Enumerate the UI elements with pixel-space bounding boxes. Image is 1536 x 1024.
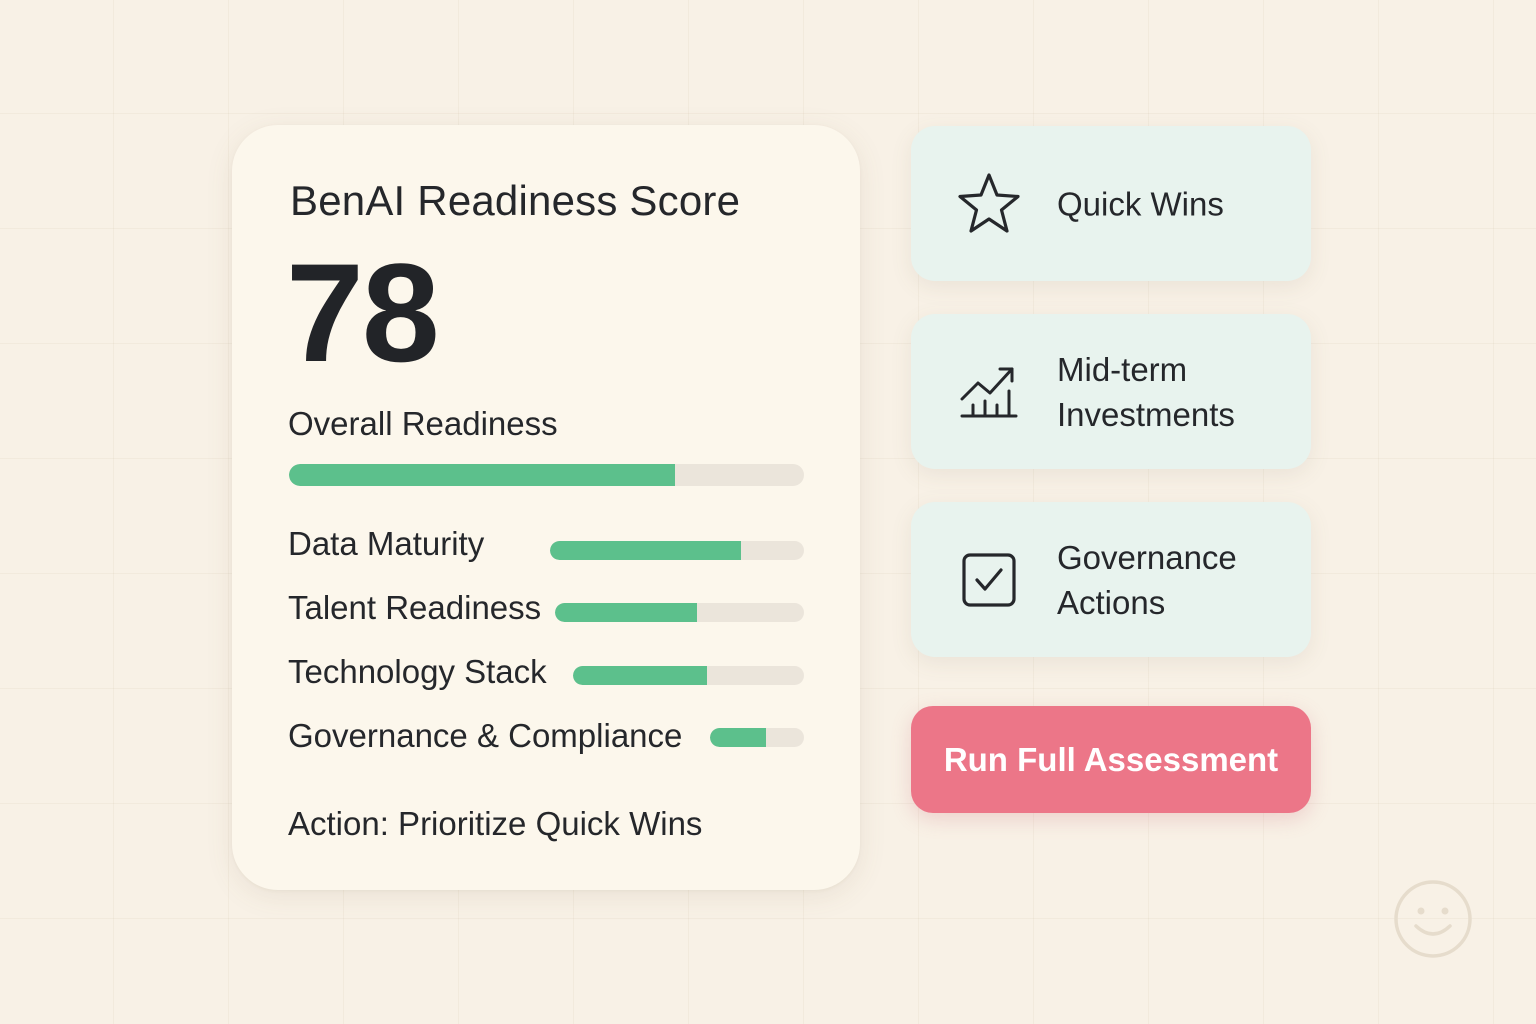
metric-progress-fill-talent-readiness [555,603,697,622]
metric-progress-fill-governance-compliance [710,728,767,747]
governance-actions-tile[interactable]: Governance Actions [911,502,1311,657]
mid-term-investments-label: Mid-term Investments [1057,350,1235,433]
smiley-icon [1392,878,1474,960]
overall-readiness-label: Overall Readiness [288,405,558,442]
readiness-score-value: 78 [286,234,440,391]
recommended-action-text: Action: Prioritize Quick Wins [288,805,703,842]
star-icon [955,170,1023,238]
metric-label-technology-stack: Technology Stack [288,653,547,690]
quick-wins-label: Quick Wins [1057,185,1224,222]
metric-progress-fill-data-maturity [550,541,741,560]
card-title: BenAI Readiness Score [290,177,741,224]
overall-readiness-progress-bar [289,464,804,486]
readiness-score-card: BenAI Readiness Score 78 Overall Readine… [232,125,860,890]
metric-progress-bar-governance-compliance [710,728,804,747]
checkbox-icon [955,546,1023,614]
metric-progress-bar-technology-stack [573,666,804,685]
metric-label-governance-compliance: Governance & Compliance [288,717,683,754]
metric-progress-bar-data-maturity [550,541,804,560]
trending-chart-icon [955,358,1023,426]
run-full-assessment-button[interactable]: Run Full Assessment [911,706,1311,813]
metric-label-data-maturity: Data Maturity [288,525,485,562]
governance-actions-label: Governance Actions [1057,538,1237,621]
quick-wins-tile[interactable]: Quick Wins [911,126,1311,281]
mid-term-investments-tile[interactable]: Mid-term Investments [911,314,1311,469]
metric-progress-bar-talent-readiness [555,603,804,622]
metric-label-talent-readiness: Talent Readiness [288,589,542,626]
metric-progress-fill-technology-stack [573,666,707,685]
overall-readiness-progress-fill [289,464,676,486]
